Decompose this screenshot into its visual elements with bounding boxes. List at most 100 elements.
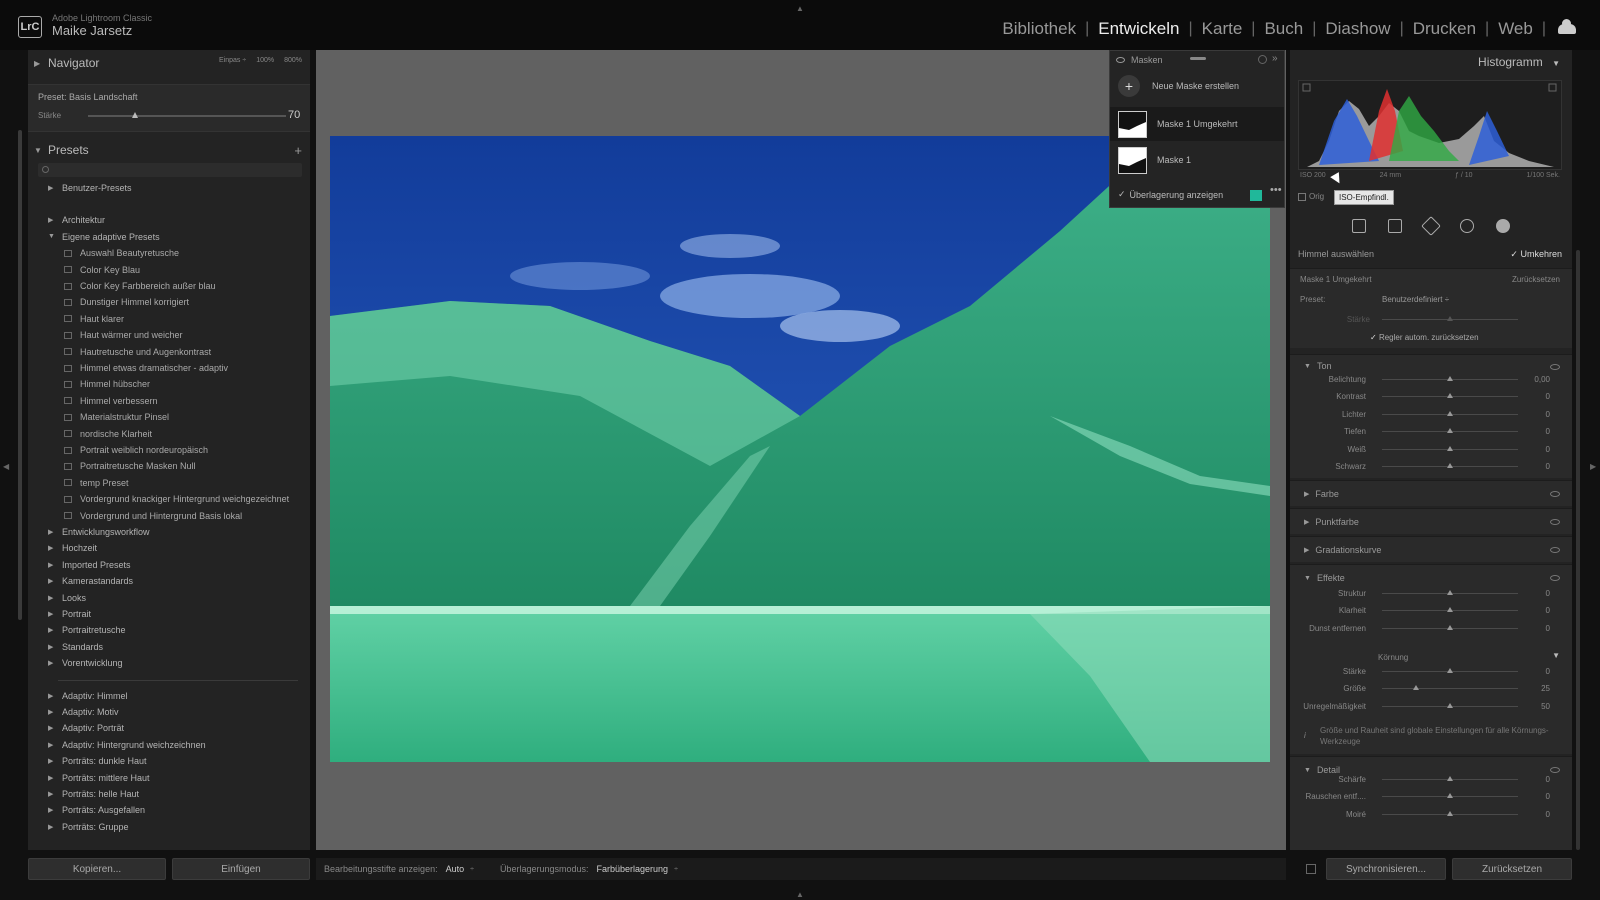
effect-knob[interactable] (1447, 607, 1453, 613)
preset-group[interactable]: ▶ Standards (48, 639, 103, 655)
preset-search-input[interactable] (38, 163, 302, 177)
preset-group[interactable]: ▶ Kamerastandards (48, 573, 133, 589)
tone-value[interactable]: 0 (1530, 445, 1550, 454)
eye-icon[interactable] (1550, 767, 1560, 773)
tone-knob[interactable] (1447, 393, 1453, 399)
redeye-icon[interactable] (1460, 219, 1474, 233)
effect-knob[interactable] (1447, 590, 1453, 595)
preset-group[interactable]: ▶ Portrait (48, 606, 91, 622)
preset-group[interactable]: ▶ Porträts: dunkle Haut (48, 753, 147, 769)
help-icon[interactable] (1258, 55, 1267, 64)
preset-group[interactable]: ▶ Imported Presets (48, 557, 131, 573)
eye-icon[interactable] (1116, 57, 1125, 63)
module-karte[interactable]: Karte (1193, 19, 1252, 39)
grain-slider[interactable] (1382, 688, 1518, 690)
preset-group[interactable]: ▶ Benutzer-Presets (48, 180, 132, 196)
preset-strength-value[interactable]: 70 (288, 109, 300, 121)
drag-handle[interactable] (1190, 57, 1206, 60)
preset-strength-slider[interactable] (88, 115, 286, 117)
preset-group[interactable]: ▶ Hochzeit (48, 540, 97, 556)
grain-knob[interactable] (1447, 702, 1453, 708)
tone-value[interactable]: 0 (1530, 462, 1550, 471)
detail-header[interactable]: ▼ Detail (1304, 765, 1340, 775)
grain-knob[interactable] (1413, 685, 1419, 691)
tone-value[interactable]: 0 (1530, 392, 1550, 401)
reset-button[interactable]: Zurücksetzen (1452, 858, 1572, 880)
preset-item[interactable]: Haut klarer (64, 311, 124, 327)
preset-group[interactable]: ▶ Porträts: Ausgefallen (48, 802, 145, 818)
preset-item[interactable]: Vordergrund und Hintergrund Basis lokal (64, 508, 242, 524)
left-panel-toggle-icon[interactable]: ◀ (3, 462, 9, 471)
point-color-section[interactable]: ▶ Punktfarbe (1290, 508, 1572, 534)
color-section[interactable]: ▶ Farbe (1290, 480, 1572, 506)
preset-group[interactable]: ▶ Vorentwicklung (48, 655, 123, 671)
preset-group[interactable]: ▶ Adaptiv: Himmel (48, 688, 128, 704)
eye-icon[interactable] (1550, 519, 1560, 525)
module-entwickeln[interactable]: Entwickeln (1089, 19, 1188, 39)
preset-item[interactable]: Vordergrund knackiger Hintergrund weichg… (64, 491, 289, 507)
preset-group[interactable]: ▼ Eigene adaptive Presets (48, 229, 160, 245)
preset-group[interactable]: ▶ Porträts: Gruppe (48, 819, 129, 835)
module-drucken[interactable]: Drucken (1404, 19, 1485, 39)
filmstrip-toggle-icon[interactable]: ▲ (796, 890, 804, 899)
mask-preset-select[interactable]: Benutzerdefiniert ÷ (1382, 295, 1449, 304)
preset-group[interactable]: ▶ Portraitretusche (48, 622, 126, 638)
tone-value[interactable]: 0,00 (1530, 375, 1550, 384)
reset-mask-link[interactable]: Zurücksetzen (1512, 275, 1560, 284)
tone-knob[interactable] (1447, 445, 1453, 451)
presets-header[interactable]: ▼ Presets + (28, 139, 310, 161)
checkbox[interactable] (1298, 192, 1306, 201)
triangle-down-icon[interactable]: ▼ (1552, 651, 1560, 660)
zoom-100-option[interactable]: 100% (256, 57, 274, 64)
detail-value[interactable]: 0 (1530, 810, 1550, 819)
collapse-icon[interactable]: » (1272, 53, 1278, 64)
paste-button[interactable]: Einfügen (172, 858, 310, 880)
eye-icon[interactable] (1550, 547, 1560, 553)
preset-group[interactable]: ▶ Adaptiv: Hintergrund weichzeichnen (48, 737, 206, 753)
preset-item[interactable]: nordische Klarheit (64, 426, 152, 442)
preset-group[interactable]: ▶ Entwicklungsworkflow (48, 524, 150, 540)
auto-reset-toggle[interactable]: ✓ Regler autom. zurücksetzen (1370, 333, 1479, 342)
tone-value[interactable]: 0 (1530, 410, 1550, 419)
grain-value[interactable]: 0 (1530, 667, 1550, 676)
overlay-mode-select[interactable]: Farbüberlagerung (597, 864, 669, 874)
copy-button[interactable]: Kopieren... (28, 858, 166, 880)
tone-knob[interactable] (1447, 463, 1453, 468)
module-bibliothek[interactable]: Bibliothek (993, 19, 1085, 39)
top-panel-toggle-icon[interactable]: ▲ (796, 4, 804, 13)
edit-pins-select[interactable]: Auto (446, 864, 465, 874)
overlay-color-swatch[interactable] (1250, 190, 1262, 201)
preset-strength-knob[interactable] (132, 112, 138, 118)
module-buch[interactable]: Buch (1255, 19, 1312, 39)
preset-group[interactable]: ▶ Adaptiv: Porträt (48, 720, 124, 736)
new-mask-button[interactable]: + Neue Maske erstellen (1118, 75, 1239, 97)
tone-header[interactable]: ▼ Ton (1304, 361, 1331, 371)
preset-item[interactable]: Dunstiger Himmel korrigiert (64, 294, 189, 310)
right-panel-toggle-icon[interactable]: ▶ (1590, 462, 1596, 471)
grain-knob[interactable] (1447, 668, 1453, 673)
masking-icon[interactable] (1496, 219, 1510, 233)
preset-item[interactable]: Materialstruktur Pinsel (64, 409, 169, 425)
preset-item[interactable]: Himmel hübscher (64, 376, 150, 392)
detail-knob[interactable] (1447, 810, 1453, 816)
preset-item[interactable]: Color Key Farbbereich außer blau (64, 278, 216, 294)
preset-item[interactable]: Himmel etwas dramatischer - adaptiv (64, 360, 228, 376)
preset-group[interactable]: ▶ Looks (48, 590, 86, 606)
zoom-800-option[interactable]: 800% (284, 57, 302, 64)
zoom-fit-option[interactable]: Einpas ÷ (219, 57, 246, 64)
preset-item[interactable]: Color Key Blau (64, 262, 140, 278)
preset-group[interactable]: ▶ Adaptiv: Motiv (48, 704, 119, 720)
preset-item[interactable]: Portrait weiblich nordeuropäisch (64, 442, 208, 458)
photo-with-mask-overlay[interactable] (330, 136, 1270, 762)
tone-knob[interactable] (1447, 410, 1453, 416)
navigator-header[interactable]: ▶ Navigator Einpas ÷ 100% 800% (28, 50, 310, 76)
show-original-toggle[interactable]: Orig (1298, 192, 1324, 201)
right-scrollbar[interactable] (1576, 250, 1580, 850)
grain-value[interactable]: 50 (1530, 702, 1550, 711)
effect-value[interactable]: 0 (1530, 589, 1550, 598)
detail-value[interactable]: 0 (1530, 792, 1550, 801)
more-options-icon[interactable]: ••• (1270, 184, 1282, 196)
tone-knob[interactable] (1447, 376, 1453, 381)
detail-knob[interactable] (1447, 776, 1453, 781)
tone-knob[interactable] (1447, 428, 1453, 434)
